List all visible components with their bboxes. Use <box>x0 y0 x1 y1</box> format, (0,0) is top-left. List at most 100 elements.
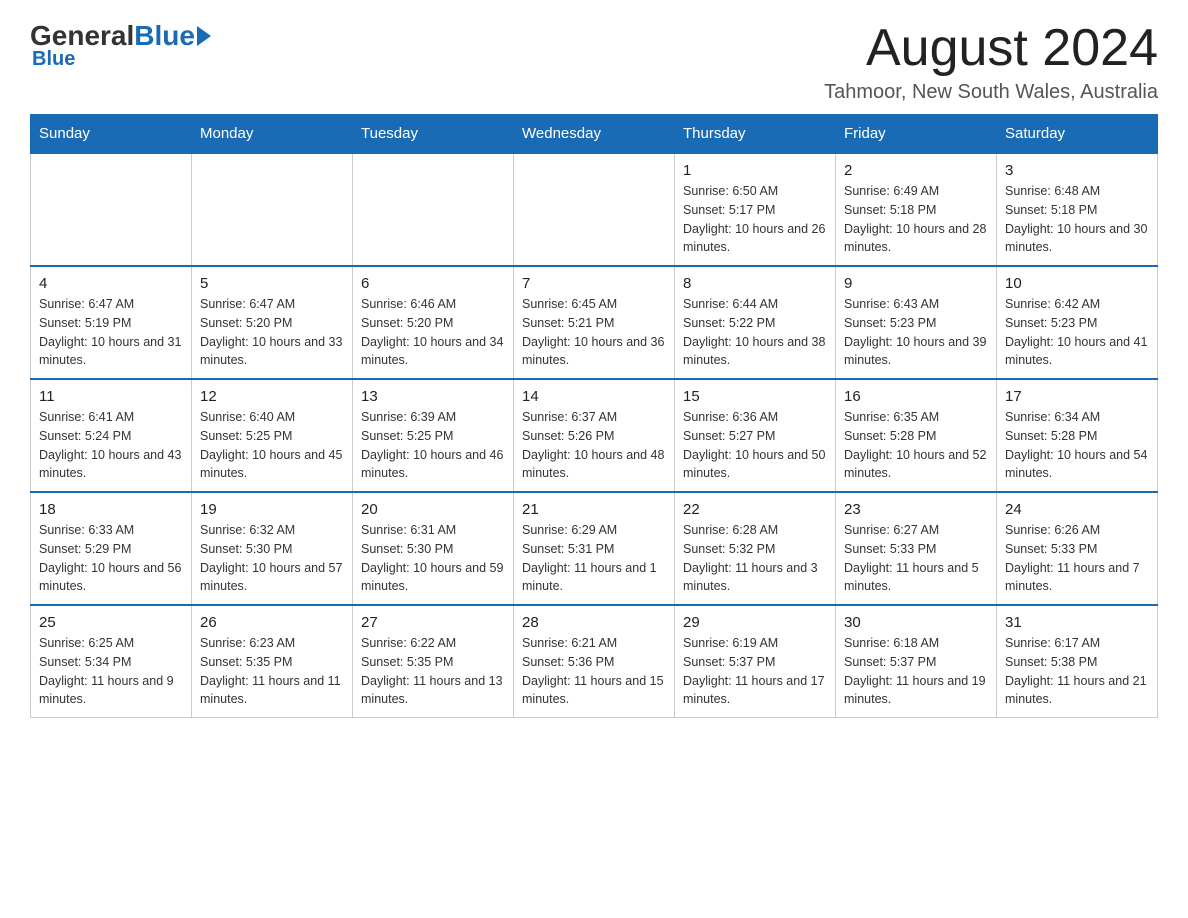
day-info: Sunrise: 6:46 AM Sunset: 5:20 PM Dayligh… <box>361 295 505 370</box>
day-info: Sunrise: 6:21 AM Sunset: 5:36 PM Dayligh… <box>522 634 666 709</box>
day-info: Sunrise: 6:19 AM Sunset: 5:37 PM Dayligh… <box>683 634 827 709</box>
logo-blue-text: Blue <box>134 20 195 52</box>
calendar-cell: 4Sunrise: 6:47 AM Sunset: 5:19 PM Daylig… <box>31 266 192 379</box>
day-info: Sunrise: 6:31 AM Sunset: 5:30 PM Dayligh… <box>361 521 505 596</box>
calendar-cell: 29 Sunrise: 6:19 AM Sunset: 5:37 PM Dayli… <box>675 605 836 718</box>
week-row-4: 18 Sunrise: 6:33 AM Sunset: 5:29 PM Dayli… <box>31 492 1158 605</box>
day-number: 25 <box>39 614 183 631</box>
day-number: 8 <box>683 275 827 292</box>
week-row-3: 11 Sunrise: 6:41 AM Sunset: 5:24 PM Dayli… <box>31 379 1158 492</box>
week-row-2: 4Sunrise: 6:47 AM Sunset: 5:19 PM Daylig… <box>31 266 1158 379</box>
calendar-cell: 11 Sunrise: 6:41 AM Sunset: 5:24 PM Dayli… <box>31 379 192 492</box>
day-number: 18 <box>39 501 183 518</box>
calendar-cell <box>353 153 514 266</box>
calendar-cell: 16 Sunrise: 6:35 AM Sunset: 5:28 PM Dayli… <box>836 379 997 492</box>
week-row-5: 25 Sunrise: 6:25 AM Sunset: 5:34 PM Dayli… <box>31 605 1158 718</box>
calendar-cell: 2 Sunrise: 6:49 AM Sunset: 5:18 PM Daylig… <box>836 153 997 266</box>
location-title: Tahmoor, New South Wales, Australia <box>824 81 1158 104</box>
day-info: Sunrise: 6:25 AM Sunset: 5:34 PM Dayligh… <box>39 634 183 709</box>
day-info: Sunrise: 6:35 AM Sunset: 5:28 PM Dayligh… <box>844 408 988 483</box>
day-number: 6 <box>361 275 505 292</box>
day-number: 7 <box>522 275 666 292</box>
calendar-cell: 19 Sunrise: 6:32 AM Sunset: 5:30 PM Dayli… <box>192 492 353 605</box>
day-info: Sunrise: 6:33 AM Sunset: 5:29 PM Dayligh… <box>39 521 183 596</box>
days-header-row: Sunday Monday Tuesday Wednesday Thursday… <box>31 115 1158 154</box>
day-number: 5 <box>200 275 344 292</box>
day-number: 4 <box>39 275 183 292</box>
day-info: Sunrise: 6:47 AM Sunset: 5:20 PM Dayligh… <box>200 295 344 370</box>
day-number: 27 <box>361 614 505 631</box>
day-number: 3 <box>1005 162 1149 179</box>
calendar-cell: 9Sunrise: 6:43 AM Sunset: 5:23 PM Daylig… <box>836 266 997 379</box>
title-area: August 2024 Tahmoor, New South Wales, Au… <box>824 20 1158 104</box>
calendar-cell <box>31 153 192 266</box>
day-number: 17 <box>1005 388 1149 405</box>
day-info: Sunrise: 6:28 AM Sunset: 5:32 PM Dayligh… <box>683 521 827 596</box>
day-number: 31 <box>1005 614 1149 631</box>
day-info: Sunrise: 6:50 AM Sunset: 5:17 PM Dayligh… <box>683 182 827 257</box>
calendar-cell: 18 Sunrise: 6:33 AM Sunset: 5:29 PM Dayli… <box>31 492 192 605</box>
calendar-cell: 24 Sunrise: 6:26 AM Sunset: 5:33 PM Dayli… <box>997 492 1158 605</box>
calendar-table: Sunday Monday Tuesday Wednesday Thursday… <box>30 114 1158 718</box>
page-header: GeneralBlue Blue August 2024 Tahmoor, Ne… <box>30 20 1158 104</box>
calendar-cell: 14Sunrise: 6:37 AM Sunset: 5:26 PM Dayli… <box>514 379 675 492</box>
header-monday: Monday <box>192 115 353 154</box>
day-number: 16 <box>844 388 988 405</box>
day-info: Sunrise: 6:18 AM Sunset: 5:37 PM Dayligh… <box>844 634 988 709</box>
calendar-cell: 28 Sunrise: 6:21 AM Sunset: 5:36 PM Dayli… <box>514 605 675 718</box>
calendar-cell: 21Sunrise: 6:29 AM Sunset: 5:31 PM Dayli… <box>514 492 675 605</box>
day-number: 19 <box>200 501 344 518</box>
calendar-cell: 23 Sunrise: 6:27 AM Sunset: 5:33 PM Dayli… <box>836 492 997 605</box>
calendar-cell: 7Sunrise: 6:45 AM Sunset: 5:21 PM Daylig… <box>514 266 675 379</box>
header-tuesday: Tuesday <box>353 115 514 154</box>
month-title: August 2024 <box>824 20 1158 77</box>
day-info: Sunrise: 6:23 AM Sunset: 5:35 PM Dayligh… <box>200 634 344 709</box>
day-info: Sunrise: 6:40 AM Sunset: 5:25 PM Dayligh… <box>200 408 344 483</box>
calendar-cell: 1 Sunrise: 6:50 AM Sunset: 5:17 PM Daylig… <box>675 153 836 266</box>
calendar-cell: 6 Sunrise: 6:46 AM Sunset: 5:20 PM Daylig… <box>353 266 514 379</box>
day-number: 28 <box>522 614 666 631</box>
day-info: Sunrise: 6:37 AM Sunset: 5:26 PM Dayligh… <box>522 408 666 483</box>
day-number: 24 <box>1005 501 1149 518</box>
day-info: Sunrise: 6:49 AM Sunset: 5:18 PM Dayligh… <box>844 182 988 257</box>
day-info: Sunrise: 6:32 AM Sunset: 5:30 PM Dayligh… <box>200 521 344 596</box>
calendar-cell <box>514 153 675 266</box>
logo-arrow-icon <box>197 26 211 46</box>
day-number: 1 <box>683 162 827 179</box>
day-info: Sunrise: 6:39 AM Sunset: 5:25 PM Dayligh… <box>361 408 505 483</box>
calendar-cell <box>192 153 353 266</box>
day-info: Sunrise: 6:17 AM Sunset: 5:38 PM Dayligh… <box>1005 634 1149 709</box>
calendar-cell: 3Sunrise: 6:48 AM Sunset: 5:18 PM Daylig… <box>997 153 1158 266</box>
day-info: Sunrise: 6:29 AM Sunset: 5:31 PM Dayligh… <box>522 521 666 596</box>
day-number: 23 <box>844 501 988 518</box>
day-info: Sunrise: 6:26 AM Sunset: 5:33 PM Dayligh… <box>1005 521 1149 596</box>
day-number: 13 <box>361 388 505 405</box>
logo-area: GeneralBlue Blue <box>30 20 211 71</box>
day-info: Sunrise: 6:34 AM Sunset: 5:28 PM Dayligh… <box>1005 408 1149 483</box>
day-number: 29 <box>683 614 827 631</box>
day-number: 12 <box>200 388 344 405</box>
week-row-1: 1 Sunrise: 6:50 AM Sunset: 5:17 PM Daylig… <box>31 153 1158 266</box>
day-number: 15 <box>683 388 827 405</box>
calendar-cell: 30 Sunrise: 6:18 AM Sunset: 5:37 PM Dayli… <box>836 605 997 718</box>
day-info: Sunrise: 6:27 AM Sunset: 5:33 PM Dayligh… <box>844 521 988 596</box>
day-number: 26 <box>200 614 344 631</box>
day-info: Sunrise: 6:43 AM Sunset: 5:23 PM Dayligh… <box>844 295 988 370</box>
day-info: Sunrise: 6:44 AM Sunset: 5:22 PM Dayligh… <box>683 295 827 370</box>
header-thursday: Thursday <box>675 115 836 154</box>
header-wednesday: Wednesday <box>514 115 675 154</box>
day-number: 2 <box>844 162 988 179</box>
day-info: Sunrise: 6:22 AM Sunset: 5:35 PM Dayligh… <box>361 634 505 709</box>
calendar-cell: 25 Sunrise: 6:25 AM Sunset: 5:34 PM Dayli… <box>31 605 192 718</box>
calendar-cell: 20 Sunrise: 6:31 AM Sunset: 5:30 PM Dayli… <box>353 492 514 605</box>
header-saturday: Saturday <box>997 115 1158 154</box>
day-info: Sunrise: 6:41 AM Sunset: 5:24 PM Dayligh… <box>39 408 183 483</box>
day-number: 10 <box>1005 275 1149 292</box>
day-number: 11 <box>39 388 183 405</box>
calendar-cell: 26 Sunrise: 6:23 AM Sunset: 5:35 PM Dayli… <box>192 605 353 718</box>
calendar-cell: 17 Sunrise: 6:34 AM Sunset: 5:28 PM Dayli… <box>997 379 1158 492</box>
day-number: 20 <box>361 501 505 518</box>
day-number: 30 <box>844 614 988 631</box>
calendar-cell: 31 Sunrise: 6:17 AM Sunset: 5:38 PM Dayli… <box>997 605 1158 718</box>
day-info: Sunrise: 6:36 AM Sunset: 5:27 PM Dayligh… <box>683 408 827 483</box>
